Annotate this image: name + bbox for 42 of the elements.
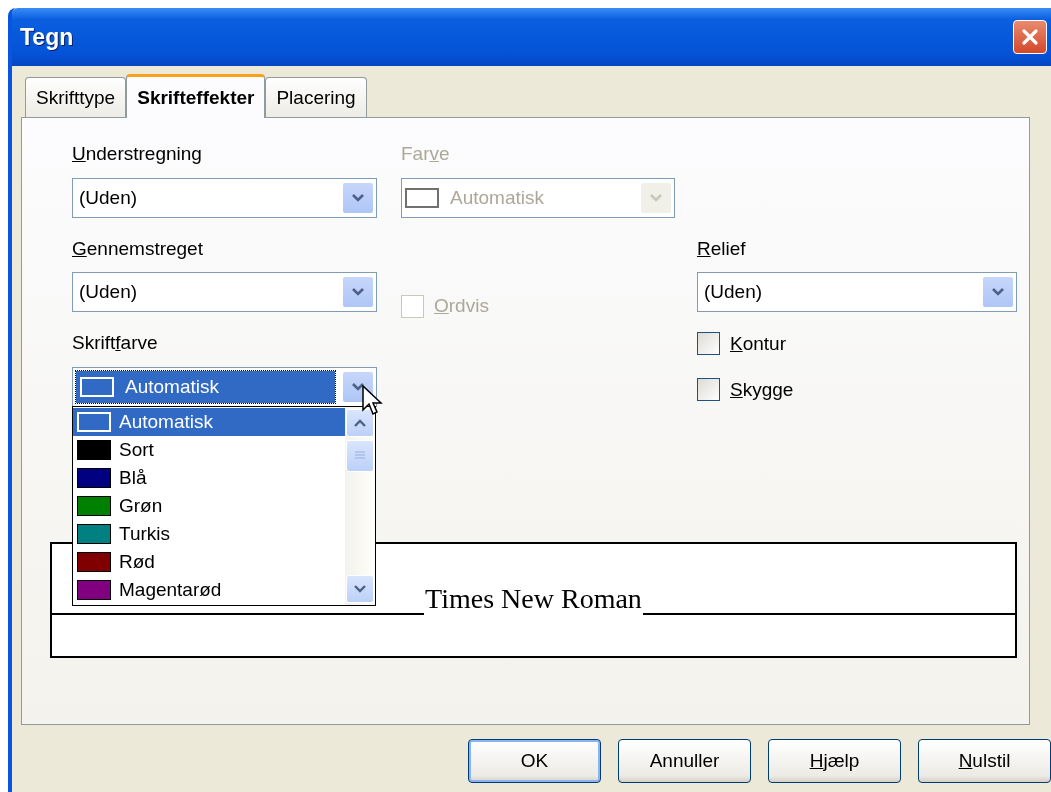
- dropdown[interactable]: (Uden): [697, 272, 1017, 312]
- list-item[interactable]: Automatisk: [73, 408, 345, 436]
- color-swatch: [405, 188, 439, 208]
- chevron-icon: [641, 183, 671, 213]
- list-item[interactable]: Turkis: [73, 520, 345, 548]
- field-label: Understregning: [72, 143, 203, 165]
- dropdown[interactable]: (Uden): [72, 272, 377, 312]
- list-item[interactable]: Magentarød: [73, 576, 345, 604]
- scroll-down-icon[interactable]: [346, 575, 374, 603]
- color-swatch: [77, 412, 111, 432]
- checkbox-label: Ordvis: [434, 295, 489, 317]
- scroll-thumb[interactable]: [346, 440, 374, 472]
- checkbox-label: Skygge: [730, 378, 794, 401]
- list-item[interactable]: Sort: [73, 436, 345, 464]
- scrollbar[interactable]: [345, 407, 375, 605]
- chevron-icon: [983, 277, 1013, 307]
- tab[interactable]: Skrifteffekter: [126, 74, 266, 118]
- dialog-button[interactable]: Hjælp: [768, 739, 901, 783]
- list-item[interactable]: Grøn: [73, 492, 345, 520]
- list-item[interactable]: Rød: [73, 548, 345, 576]
- checkbox-label: Kontur: [730, 332, 786, 355]
- scroll-up-icon[interactable]: [346, 409, 374, 437]
- field-label: Skriftfarve: [72, 332, 159, 354]
- checkbox[interactable]: [697, 332, 720, 355]
- dropdown[interactable]: (Uden): [72, 178, 377, 218]
- dialog-button[interactable]: Annuller: [618, 739, 751, 783]
- color-swatch: [80, 377, 114, 397]
- list-item[interactable]: Blå: [73, 464, 345, 492]
- tab[interactable]: Placering: [265, 77, 367, 117]
- tab[interactable]: Skrifttype: [25, 77, 127, 117]
- field-label: Gennemstreget: [72, 238, 204, 260]
- chevron-icon: [343, 183, 373, 213]
- window-title: Tegn: [20, 23, 74, 51]
- field-label: Relief: [697, 238, 747, 260]
- checkbox[interactable]: [697, 378, 720, 401]
- field-label: Farve: [401, 143, 451, 165]
- close-icon: [1020, 27, 1040, 47]
- dialog-button[interactable]: OK: [468, 739, 601, 783]
- close-button[interactable]: [1013, 20, 1047, 54]
- dropdown[interactable]: Automatisk: [72, 367, 377, 407]
- dialog-button[interactable]: Nulstil: [918, 739, 1051, 783]
- chevron-icon: [343, 277, 373, 307]
